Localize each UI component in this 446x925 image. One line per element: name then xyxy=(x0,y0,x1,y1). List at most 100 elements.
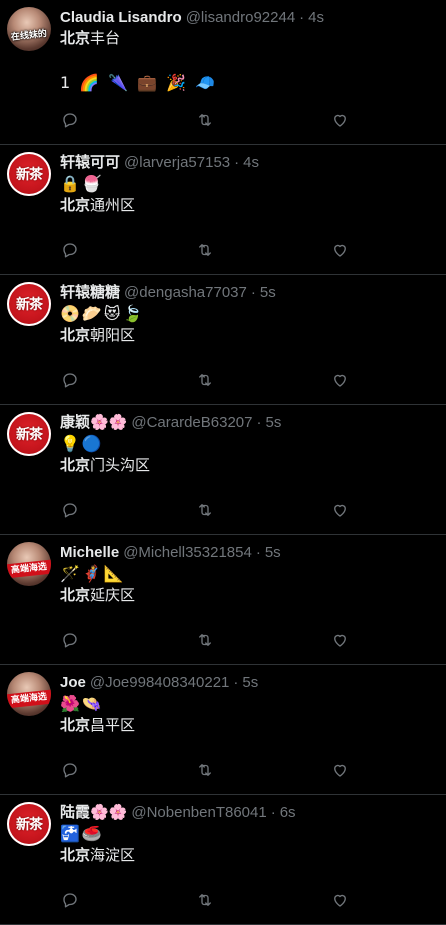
emoji-line: 1 🌈 🌂 💼 🎉 🧢 xyxy=(60,73,218,92)
avatar[interactable]: 高端海选 xyxy=(7,672,51,716)
tweet-text: 北京丰台 xyxy=(60,28,430,50)
reply-button[interactable] xyxy=(60,630,80,650)
retweet-button[interactable] xyxy=(195,110,215,130)
like-icon xyxy=(334,244,346,257)
location-bold: 北京 xyxy=(60,457,91,474)
tweet-actions xyxy=(60,890,350,910)
like-button[interactable] xyxy=(330,240,350,260)
tweet-header: Michelle @Michell35321854 · 5s xyxy=(60,543,430,563)
retweet-icon xyxy=(199,504,211,516)
reply-icon xyxy=(63,763,77,778)
emoji-line: 🪄🦸📐 xyxy=(60,564,126,583)
tweet[interactable]: 高端海选 Joe @Joe998408340221 · 5s 🌺👒 北京昌平区 xyxy=(0,665,446,795)
tweet-header: Claudia Lisandro @lisandro92244 · 4s xyxy=(60,8,430,28)
tweet[interactable]: 新茶 轩辕糖糖 @dengasha77037 · 5s 📀🥟😻🍃 北京朝阳区 xyxy=(0,275,446,405)
separator: · xyxy=(270,804,276,821)
author-name[interactable]: 康颖🌸🌸 xyxy=(60,413,127,433)
reply-icon xyxy=(63,633,77,648)
author-handle[interactable]: @larverja57153 xyxy=(124,153,230,173)
retweet-button[interactable] xyxy=(195,500,215,520)
tweet-header: 康颖🌸🌸 @CarardeB63207 · 5s xyxy=(60,413,430,433)
reply-icon xyxy=(63,113,77,128)
separator: · xyxy=(233,674,239,691)
like-icon xyxy=(334,634,346,647)
tweet-actions xyxy=(60,630,350,650)
reply-button[interactable] xyxy=(60,370,80,390)
like-button[interactable] xyxy=(330,760,350,780)
separator: · xyxy=(299,9,305,26)
timestamp[interactable]: 5s xyxy=(260,283,276,303)
retweet-button[interactable] xyxy=(195,370,215,390)
tweet-text: 北京昌平区 xyxy=(60,715,430,737)
tweet-text: 北京通州区 xyxy=(60,195,430,217)
like-button[interactable] xyxy=(330,110,350,130)
tweet-text: 北京海淀区 xyxy=(60,845,430,867)
author-name[interactable]: 陆霞🌸🌸 xyxy=(60,803,127,823)
author-name[interactable]: Claudia Lisandro xyxy=(60,8,182,28)
emoji-line: 🚰🥌 xyxy=(60,824,104,843)
retweet-button[interactable] xyxy=(195,630,215,650)
reply-button[interactable] xyxy=(60,240,80,260)
tweet-actions xyxy=(60,760,350,780)
timestamp[interactable]: 4s xyxy=(243,153,259,173)
timestamp[interactable]: 5s xyxy=(265,543,281,563)
avatar[interactable]: 新茶 xyxy=(7,802,51,846)
reply-icon xyxy=(63,893,77,908)
avatar[interactable]: 新茶 xyxy=(7,152,51,196)
emoji-line: 💡🔵 xyxy=(60,434,104,453)
reply-button[interactable] xyxy=(60,500,80,520)
like-icon xyxy=(334,114,346,127)
location-rest: 朝阳区 xyxy=(90,327,136,344)
avatar[interactable]: 新茶 xyxy=(7,412,51,456)
tweet[interactable]: 新茶 轩辕可可 @larverja57153 · 4s 🔒🍧 北京通州区 xyxy=(0,145,446,275)
location-bold: 北京 xyxy=(60,847,91,864)
retweet-button[interactable] xyxy=(195,240,215,260)
timestamp[interactable]: 5s xyxy=(242,673,258,693)
author-handle[interactable]: @Joe998408340221 xyxy=(90,673,230,693)
reply-button[interactable] xyxy=(60,890,80,910)
retweet-icon xyxy=(199,244,211,256)
like-icon xyxy=(334,894,346,907)
avatar[interactable]: 在线妹的 xyxy=(7,7,51,51)
like-icon xyxy=(334,764,346,777)
location-bold: 北京 xyxy=(60,587,91,604)
reply-icon xyxy=(63,243,77,258)
timestamp[interactable]: 5s xyxy=(266,413,282,433)
like-button[interactable] xyxy=(330,890,350,910)
tweet[interactable]: 新茶 陆霞🌸🌸 @NobenbenT86041 · 6s 🚰🥌 北京海淀区 xyxy=(0,795,446,925)
tweet-header: 轩辕糖糖 @dengasha77037 · 5s xyxy=(60,283,430,303)
retweet-button[interactable] xyxy=(195,890,215,910)
author-name[interactable]: Michelle xyxy=(60,543,119,563)
retweet-button[interactable] xyxy=(195,760,215,780)
emoji-line: 🔒🍧 xyxy=(60,174,104,193)
author-handle[interactable]: @Michell35321854 xyxy=(123,543,252,563)
reply-button[interactable] xyxy=(60,110,80,130)
tweet[interactable]: 高端海选 Michelle @Michell35321854 · 5s 🪄🦸📐 … xyxy=(0,535,446,665)
author-name[interactable]: Joe xyxy=(60,673,86,693)
retweet-icon xyxy=(199,894,211,906)
author-handle[interactable]: @dengasha77037 xyxy=(124,283,247,303)
tweet[interactable]: 新茶 康颖🌸🌸 @CarardeB63207 · 5s 💡🔵 北京门头沟区 xyxy=(0,405,446,535)
author-handle[interactable]: @NobenbenT86041 xyxy=(131,803,266,823)
author-handle[interactable]: @CarardeB63207 xyxy=(131,413,252,433)
avatar-caption: 高端海选 xyxy=(7,689,51,709)
reply-button[interactable] xyxy=(60,760,80,780)
timestamp[interactable]: 4s xyxy=(308,8,324,28)
tweet[interactable]: 在线妹的 Claudia Lisandro @lisandro92244 · 4… xyxy=(0,0,446,145)
author-name[interactable]: 轩辕糖糖 xyxy=(60,283,120,303)
like-button[interactable] xyxy=(330,630,350,650)
emoji-line: 📀🥟😻🍃 xyxy=(60,304,145,323)
avatar[interactable]: 高端海选 xyxy=(7,542,51,586)
author-handle[interactable]: @lisandro92244 xyxy=(186,8,295,28)
avatar-caption: 新茶 xyxy=(16,427,43,443)
tweet-actions xyxy=(60,500,350,520)
like-icon xyxy=(334,374,346,387)
timeline-feed: 在线妹的 Claudia Lisandro @lisandro92244 · 4… xyxy=(0,0,446,925)
author-name[interactable]: 轩辕可可 xyxy=(60,153,120,173)
like-button[interactable] xyxy=(330,500,350,520)
location-rest: 延庆区 xyxy=(90,587,136,604)
like-button[interactable] xyxy=(330,370,350,390)
avatar[interactable]: 新茶 xyxy=(7,282,51,326)
timestamp[interactable]: 6s xyxy=(280,803,296,823)
retweet-icon xyxy=(199,114,211,126)
